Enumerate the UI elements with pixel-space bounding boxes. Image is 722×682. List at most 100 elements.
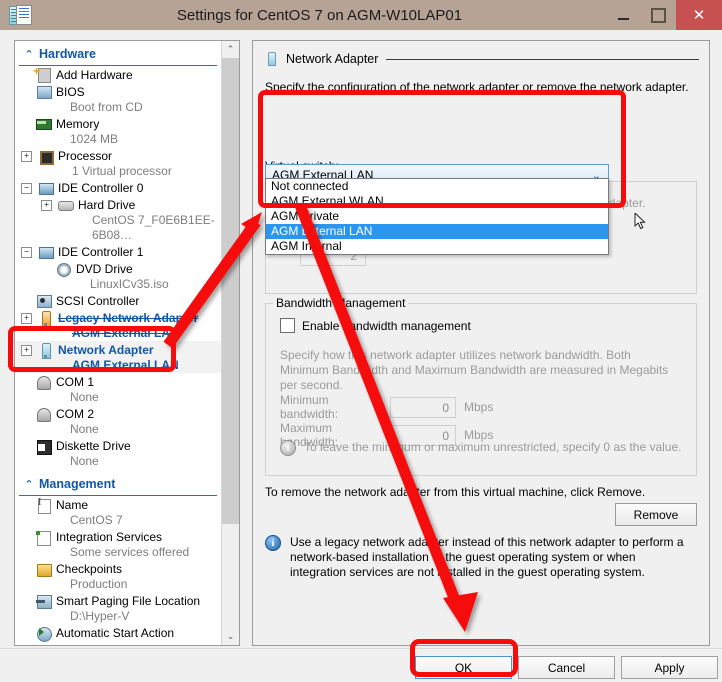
sidebar-item-hard-drive[interactable]: + Hard Drive CentOS 7_F0E6B1EE-6B08… [15,196,221,243]
expander-plus-icon[interactable]: + [41,200,52,211]
expander-plus-icon[interactable]: + [21,151,32,162]
bandwidth-management-group: Bandwidth Management Enable bandwidth ma… [265,296,697,476]
close-button[interactable]: ✕ [676,0,722,30]
remove-button[interactable]: Remove [615,503,697,526]
minimize-button[interactable] [606,0,641,30]
item-label: Checkpoints [56,562,123,576]
enable-bandwidth-checkbox[interactable] [280,318,295,333]
sidebar-item-com-1[interactable]: COM 1 None [15,373,221,405]
sidebar-item-dvd-drive[interactable]: DVD Drive LinuxICv35.iso [15,260,221,292]
apply-button[interactable]: Apply [621,656,718,679]
bios-icon [34,84,52,100]
integration-services-icon [34,529,52,546]
item-sub: CentOS 7 [70,513,123,527]
dialog-button-bar: OK Cancel Apply [0,648,722,682]
section-header-management[interactable]: ⌃ Management [19,473,217,496]
sidebar-item-ide-controller-0[interactable]: − IDE Controller 0 [15,179,221,196]
expander-plus-icon[interactable]: + [21,313,32,324]
expander-placeholder [21,70,30,79]
sidebar-item-memory[interactable]: Memory 1024 MB [15,115,221,147]
item-label: IDE Controller 1 [58,245,144,259]
sidebar-item-processor[interactable]: + Processor 1 Virtual processor [15,147,221,179]
minimum-bandwidth-input[interactable]: 0 [390,396,456,418]
sidebar-item-add-hardware[interactable]: Add Hardware [15,66,221,83]
scroll-down-arrow-icon[interactable]: ⌄ [222,628,239,645]
sidebar-item-scsi-controller[interactable]: SCSI Controller [15,292,221,309]
sidebar-item-integration-services[interactable]: Integration Services Some services offer… [15,528,221,560]
settings-tree-content: ⌃ Hardware Add Hardware BIOS Boot from C… [15,41,221,645]
sidebar-item-name[interactable]: Name CentOS 7 [15,496,221,528]
sidebar-item-smart-paging-file-location[interactable]: Smart Paging File Location D:\Hyper-V [15,592,221,624]
remove-instruction: To remove the network adapter from this … [265,485,646,499]
minimum-bandwidth-unit: Mbps [464,400,494,414]
bandwidth-description: Specify how this network adapter utilize… [280,348,669,392]
dvd-drive-icon [54,261,72,277]
ok-button[interactable]: OK [415,656,512,679]
expander-placeholder [21,500,30,509]
settings-tree[interactable]: ⌃ Hardware Add Hardware BIOS Boot from C… [14,40,240,646]
legacy-network-adapter-icon [36,310,54,327]
item-sub: Boot from CD [70,100,143,114]
item-label: DVD Drive [76,262,133,276]
processor-icon [36,148,54,165]
item-sub: 1 Virtual processor [72,164,172,178]
dropdown-option[interactable]: AGM Internal [266,239,608,254]
virtual-switch-dropdown-list[interactable]: Not connected AGM External WLAN AGM Priv… [265,178,609,255]
item-label: Diskette Drive [56,439,131,453]
item-label: Memory [56,117,100,131]
item-sub: None [70,454,99,468]
section-title: Management [39,477,116,491]
sidebar-item-ide-controller-1[interactable]: − IDE Controller 1 [15,243,221,260]
item-sub: None [70,422,99,436]
com-port-icon [34,374,52,390]
item-label: Processor [58,149,113,163]
enable-bandwidth-row[interactable]: Enable bandwidth management [280,318,471,333]
sidebar-item-diskette-drive[interactable]: Diskette Drive None [15,437,221,469]
smart-paging-icon [34,593,52,609]
enable-bandwidth-label: Enable bandwidth management [302,318,471,333]
sidebar-item-automatic-start-action[interactable]: Automatic Start Action [15,624,221,642]
add-hardware-icon [34,67,52,83]
mouse-cursor-icon [634,213,646,230]
section-header-hardware[interactable]: ⌃ Hardware [19,43,217,66]
dropdown-option[interactable]: AGM Private [266,209,608,224]
network-adapter-icon [263,51,279,67]
dropdown-option[interactable]: AGM External WLAN [266,194,608,209]
sidebar-item-com-2[interactable]: COM 2 None [15,405,221,437]
automatic-start-icon [34,625,52,642]
panel-title: Network Adapter [286,52,379,66]
item-label: IDE Controller 0 [58,181,144,195]
expander-minus-icon[interactable]: − [21,183,32,194]
settings-document-icon [7,3,33,27]
item-sub: CentOS 7_F0E6B1EE-6B08… [92,213,215,242]
expander-placeholder [41,264,50,273]
expander-placeholder [21,409,30,418]
item-sub: AGM External LAN [72,326,179,340]
expander-minus-icon[interactable]: − [21,247,32,258]
dropdown-option[interactable]: Not connected [266,179,608,194]
sidebar-item-checkpoints[interactable]: Checkpoints Production [15,560,221,592]
expander-plus-icon[interactable]: + [21,345,32,356]
scrollbar-thumb[interactable] [222,58,239,524]
memory-icon [34,116,52,132]
network-adapter-panel: Network Adapter Specify the configuratio… [252,40,710,646]
sidebar-scrollbar[interactable]: ⌃ ⌄ [221,41,239,645]
minimum-bandwidth-label: Minimum bandwidth: [280,393,339,421]
header-divider [386,58,699,60]
cancel-button[interactable]: Cancel [518,656,615,679]
section-title: Hardware [39,47,96,61]
sidebar-item-bios[interactable]: BIOS Boot from CD [15,83,221,115]
item-label: Add Hardware [56,68,133,82]
scroll-up-arrow-icon[interactable]: ⌃ [222,41,239,58]
dropdown-option-selected[interactable]: AGM External LAN [266,224,608,239]
diskette-drive-icon [34,438,52,455]
item-label: Name [56,498,89,512]
sidebar-item-legacy-network-adapter[interactable]: + Legacy Network Adapter AGM External LA… [15,309,221,341]
maximize-button[interactable] [641,0,676,30]
expander-placeholder [21,564,30,573]
item-label: Automatic Start Action [56,626,175,640]
expander-placeholder [21,296,30,305]
expander-placeholder [21,377,30,386]
item-label: Integration Services [56,530,163,544]
sidebar-item-network-adapter[interactable]: + Network Adapter AGM External LAN [15,341,221,373]
